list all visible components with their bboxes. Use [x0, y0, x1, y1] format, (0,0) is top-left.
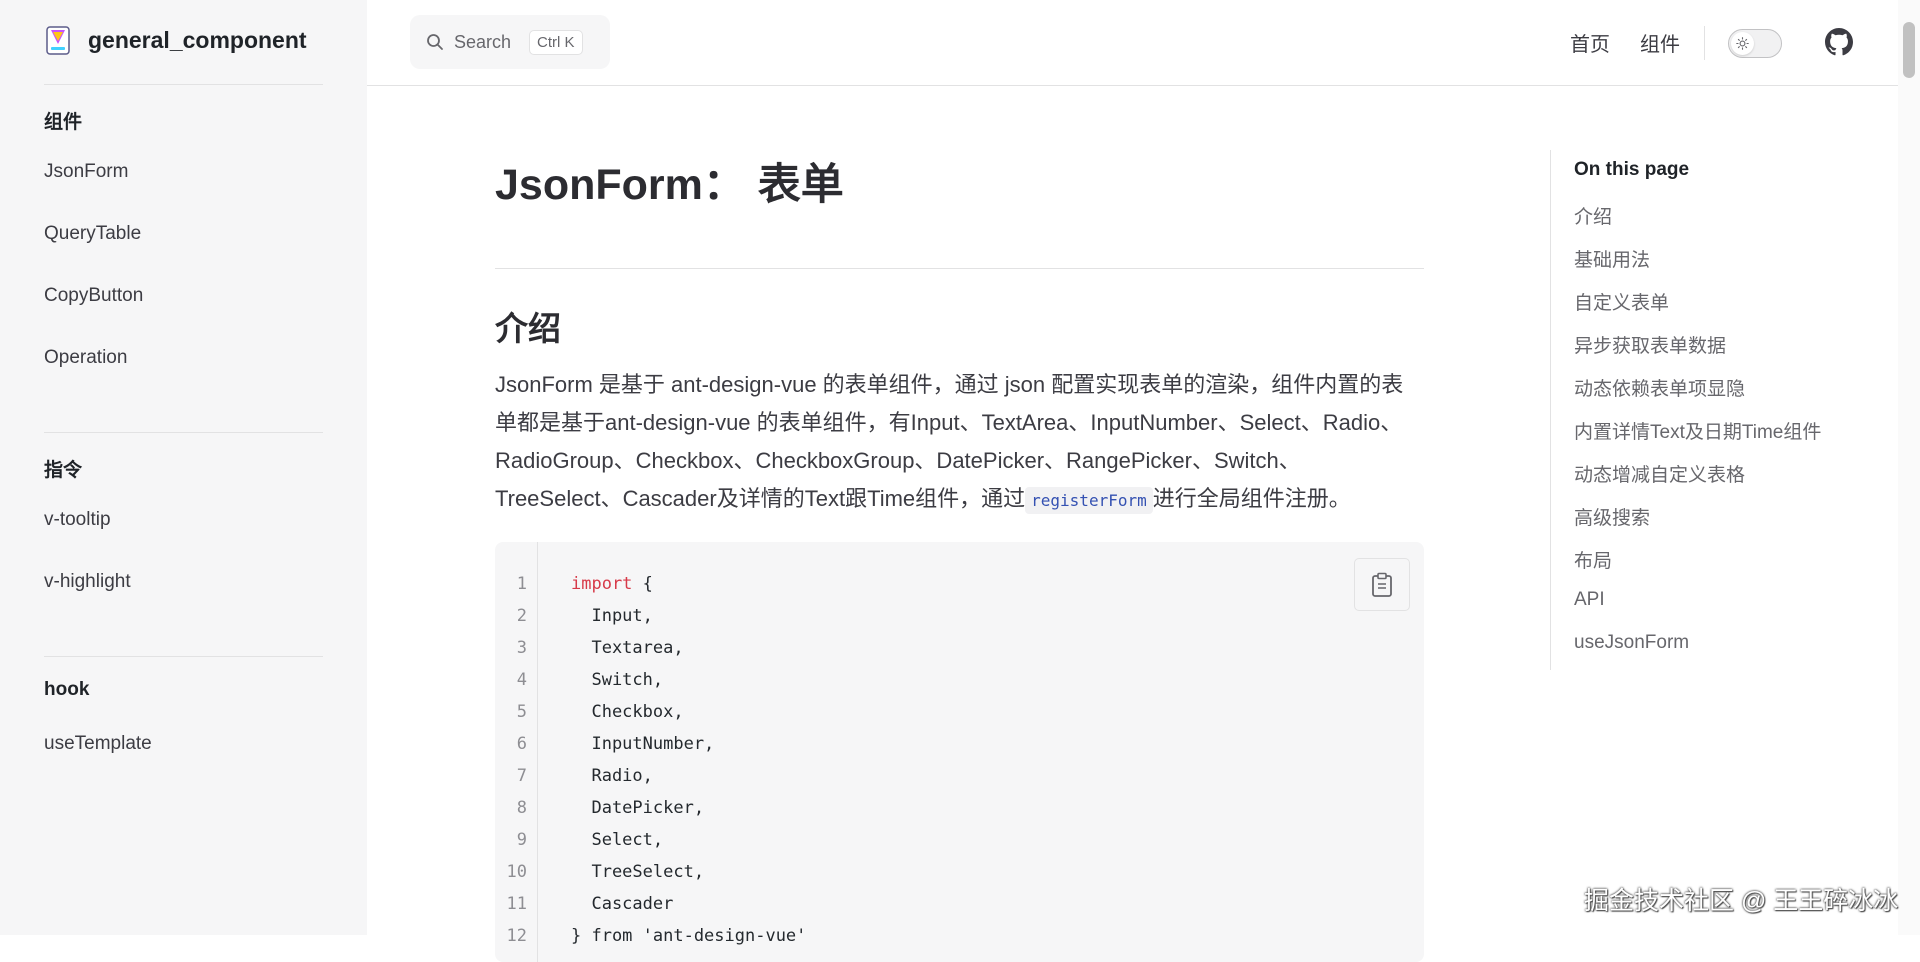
- outline-item-custom-form[interactable]: 自定义表单: [1574, 288, 1669, 315]
- line-number: 11: [506, 894, 527, 914]
- line-number: 2: [516, 606, 527, 626]
- code-text: InputNumber,: [571, 734, 715, 754]
- sidebar-group-title-directives: 指令: [44, 460, 83, 481]
- page-scrollbar[interactable]: [1898, 0, 1920, 935]
- watermark: 掘金技术社区 @ 王王碎冰冰: [1584, 887, 1899, 915]
- sidebar-divider: [44, 656, 323, 657]
- code-text: Input,: [571, 606, 653, 626]
- content-divider: [495, 268, 1424, 269]
- vite-logo-icon: [46, 26, 70, 55]
- sun-icon: [1736, 37, 1749, 50]
- line-numbers: 1 2 3 4 5 6 7 8 9 10 11 12: [495, 542, 538, 962]
- sidebar-item-usetemplate[interactable]: useTemplate: [44, 733, 152, 755]
- code-line: Switch,: [571, 670, 663, 690]
- outline-item-dynamic-table[interactable]: 动态增减自定义表格: [1574, 460, 1745, 487]
- code-text: TreeSelect,: [571, 862, 705, 882]
- scrollbar-thumb[interactable]: [1903, 22, 1915, 78]
- line-number: 10: [506, 862, 527, 882]
- code-line: Radio,: [571, 766, 653, 786]
- code-text: } from 'ant-design-vue': [571, 926, 807, 946]
- brand[interactable]: general_component: [44, 24, 307, 56]
- outline-item-async-data[interactable]: 异步获取表单数据: [1574, 331, 1726, 358]
- outline-item-advanced-search[interactable]: 高级搜索: [1574, 503, 1650, 530]
- code-line: Cascader: [571, 894, 673, 914]
- code-text: Radio,: [571, 766, 653, 786]
- search-icon: [427, 34, 443, 50]
- outline-item-intro[interactable]: 介绍: [1574, 202, 1612, 229]
- line-number: 8: [516, 798, 527, 818]
- sidebar-item-operation[interactable]: Operation: [44, 347, 127, 369]
- outline-item-basic-usage[interactable]: 基础用法: [1574, 245, 1650, 272]
- theme-knob: [1731, 32, 1754, 55]
- code-block: 1 2 3 4 5 6 7 8 9 10 11 12 import { Inpu…: [495, 542, 1424, 962]
- line-number: 1: [516, 574, 527, 594]
- code-text: DatePicker,: [571, 798, 705, 818]
- outline-item-usejsonform[interactable]: useJsonForm: [1574, 632, 1689, 654]
- code-keyword: import: [571, 574, 633, 594]
- line-number: 9: [516, 830, 527, 850]
- line-number: 4: [516, 670, 527, 690]
- outline-item-api[interactable]: API: [1574, 589, 1605, 611]
- line-number: 12: [506, 926, 527, 946]
- outline-item-dependent-visibility[interactable]: 动态依赖表单项显隐: [1574, 374, 1745, 401]
- sidebar-divider: [44, 84, 323, 85]
- inline-code-registerform: registerForm: [1025, 487, 1153, 514]
- outline-item-layout[interactable]: 布局: [1574, 546, 1612, 573]
- clipboard-icon: [1372, 572, 1392, 597]
- code-line: Textarea,: [571, 638, 684, 658]
- theme-toggle[interactable]: [1728, 29, 1782, 58]
- code-text: Textarea,: [571, 638, 684, 658]
- search-button[interactable]: Search Ctrl K: [410, 15, 610, 69]
- page-title: JsonForm： 表单: [495, 161, 844, 209]
- section-title-intro: 介绍: [495, 310, 561, 347]
- code-text: Cascader: [571, 894, 674, 914]
- search-label: Search: [454, 31, 512, 52]
- code-text: Switch,: [571, 670, 664, 690]
- site-title: general_component: [88, 26, 307, 53]
- sidebar-group-title-hook: hook: [44, 679, 90, 700]
- intro-paragraph: JsonForm 是基于 ant-design-vue 的表单组件，通过 jso…: [495, 366, 1425, 520]
- sidebar: general_component 组件 JsonForm QueryTable…: [0, 0, 367, 935]
- code-line: Select,: [571, 830, 663, 850]
- code-line: Checkbox,: [571, 702, 684, 722]
- code-line: DatePicker,: [571, 798, 704, 818]
- search-shortcut: Ctrl K: [529, 29, 583, 55]
- line-number: 7: [516, 766, 527, 786]
- nav-divider: [1704, 26, 1705, 60]
- code-line: import {: [571, 574, 653, 594]
- code-text: {: [632, 574, 653, 594]
- sidebar-item-querytable[interactable]: QueryTable: [44, 223, 141, 245]
- sidebar-item-v-highlight[interactable]: v-highlight: [44, 571, 131, 593]
- sidebar-item-copybutton[interactable]: CopyButton: [44, 285, 143, 307]
- page-outline: On this page 介绍 基础用法 自定义表单 异步获取表单数据 动态依赖…: [1550, 150, 1890, 670]
- nav-link-home[interactable]: 首页: [1570, 28, 1610, 57]
- outline-item-detail-text-time[interactable]: 内置详情Text及日期Time组件: [1574, 417, 1821, 444]
- code-line: TreeSelect,: [571, 862, 704, 882]
- sidebar-item-jsonform[interactable]: JsonForm: [44, 161, 128, 183]
- code-line: } from 'ant-design-vue': [571, 926, 806, 946]
- code-line: InputNumber,: [571, 734, 714, 754]
- code-text: Checkbox,: [571, 702, 684, 722]
- sidebar-item-v-tooltip[interactable]: v-tooltip: [44, 509, 111, 531]
- code-text: Select,: [571, 830, 664, 850]
- line-number: 6: [516, 734, 527, 754]
- code-line: Input,: [571, 606, 653, 626]
- sidebar-divider: [44, 432, 323, 433]
- top-navbar: Search Ctrl K 首页 组件: [367, 0, 1898, 86]
- copy-code-button[interactable]: [1354, 558, 1410, 611]
- line-number: 3: [516, 638, 527, 658]
- outline-title: On this page: [1574, 159, 1690, 180]
- github-icon[interactable]: [1825, 28, 1853, 56]
- line-number: 5: [516, 702, 527, 722]
- nav-link-components[interactable]: 组件: [1640, 28, 1680, 57]
- intro-text-end: 进行全局组件注册。: [1152, 486, 1351, 511]
- sidebar-group-title-components: 组件: [44, 112, 83, 133]
